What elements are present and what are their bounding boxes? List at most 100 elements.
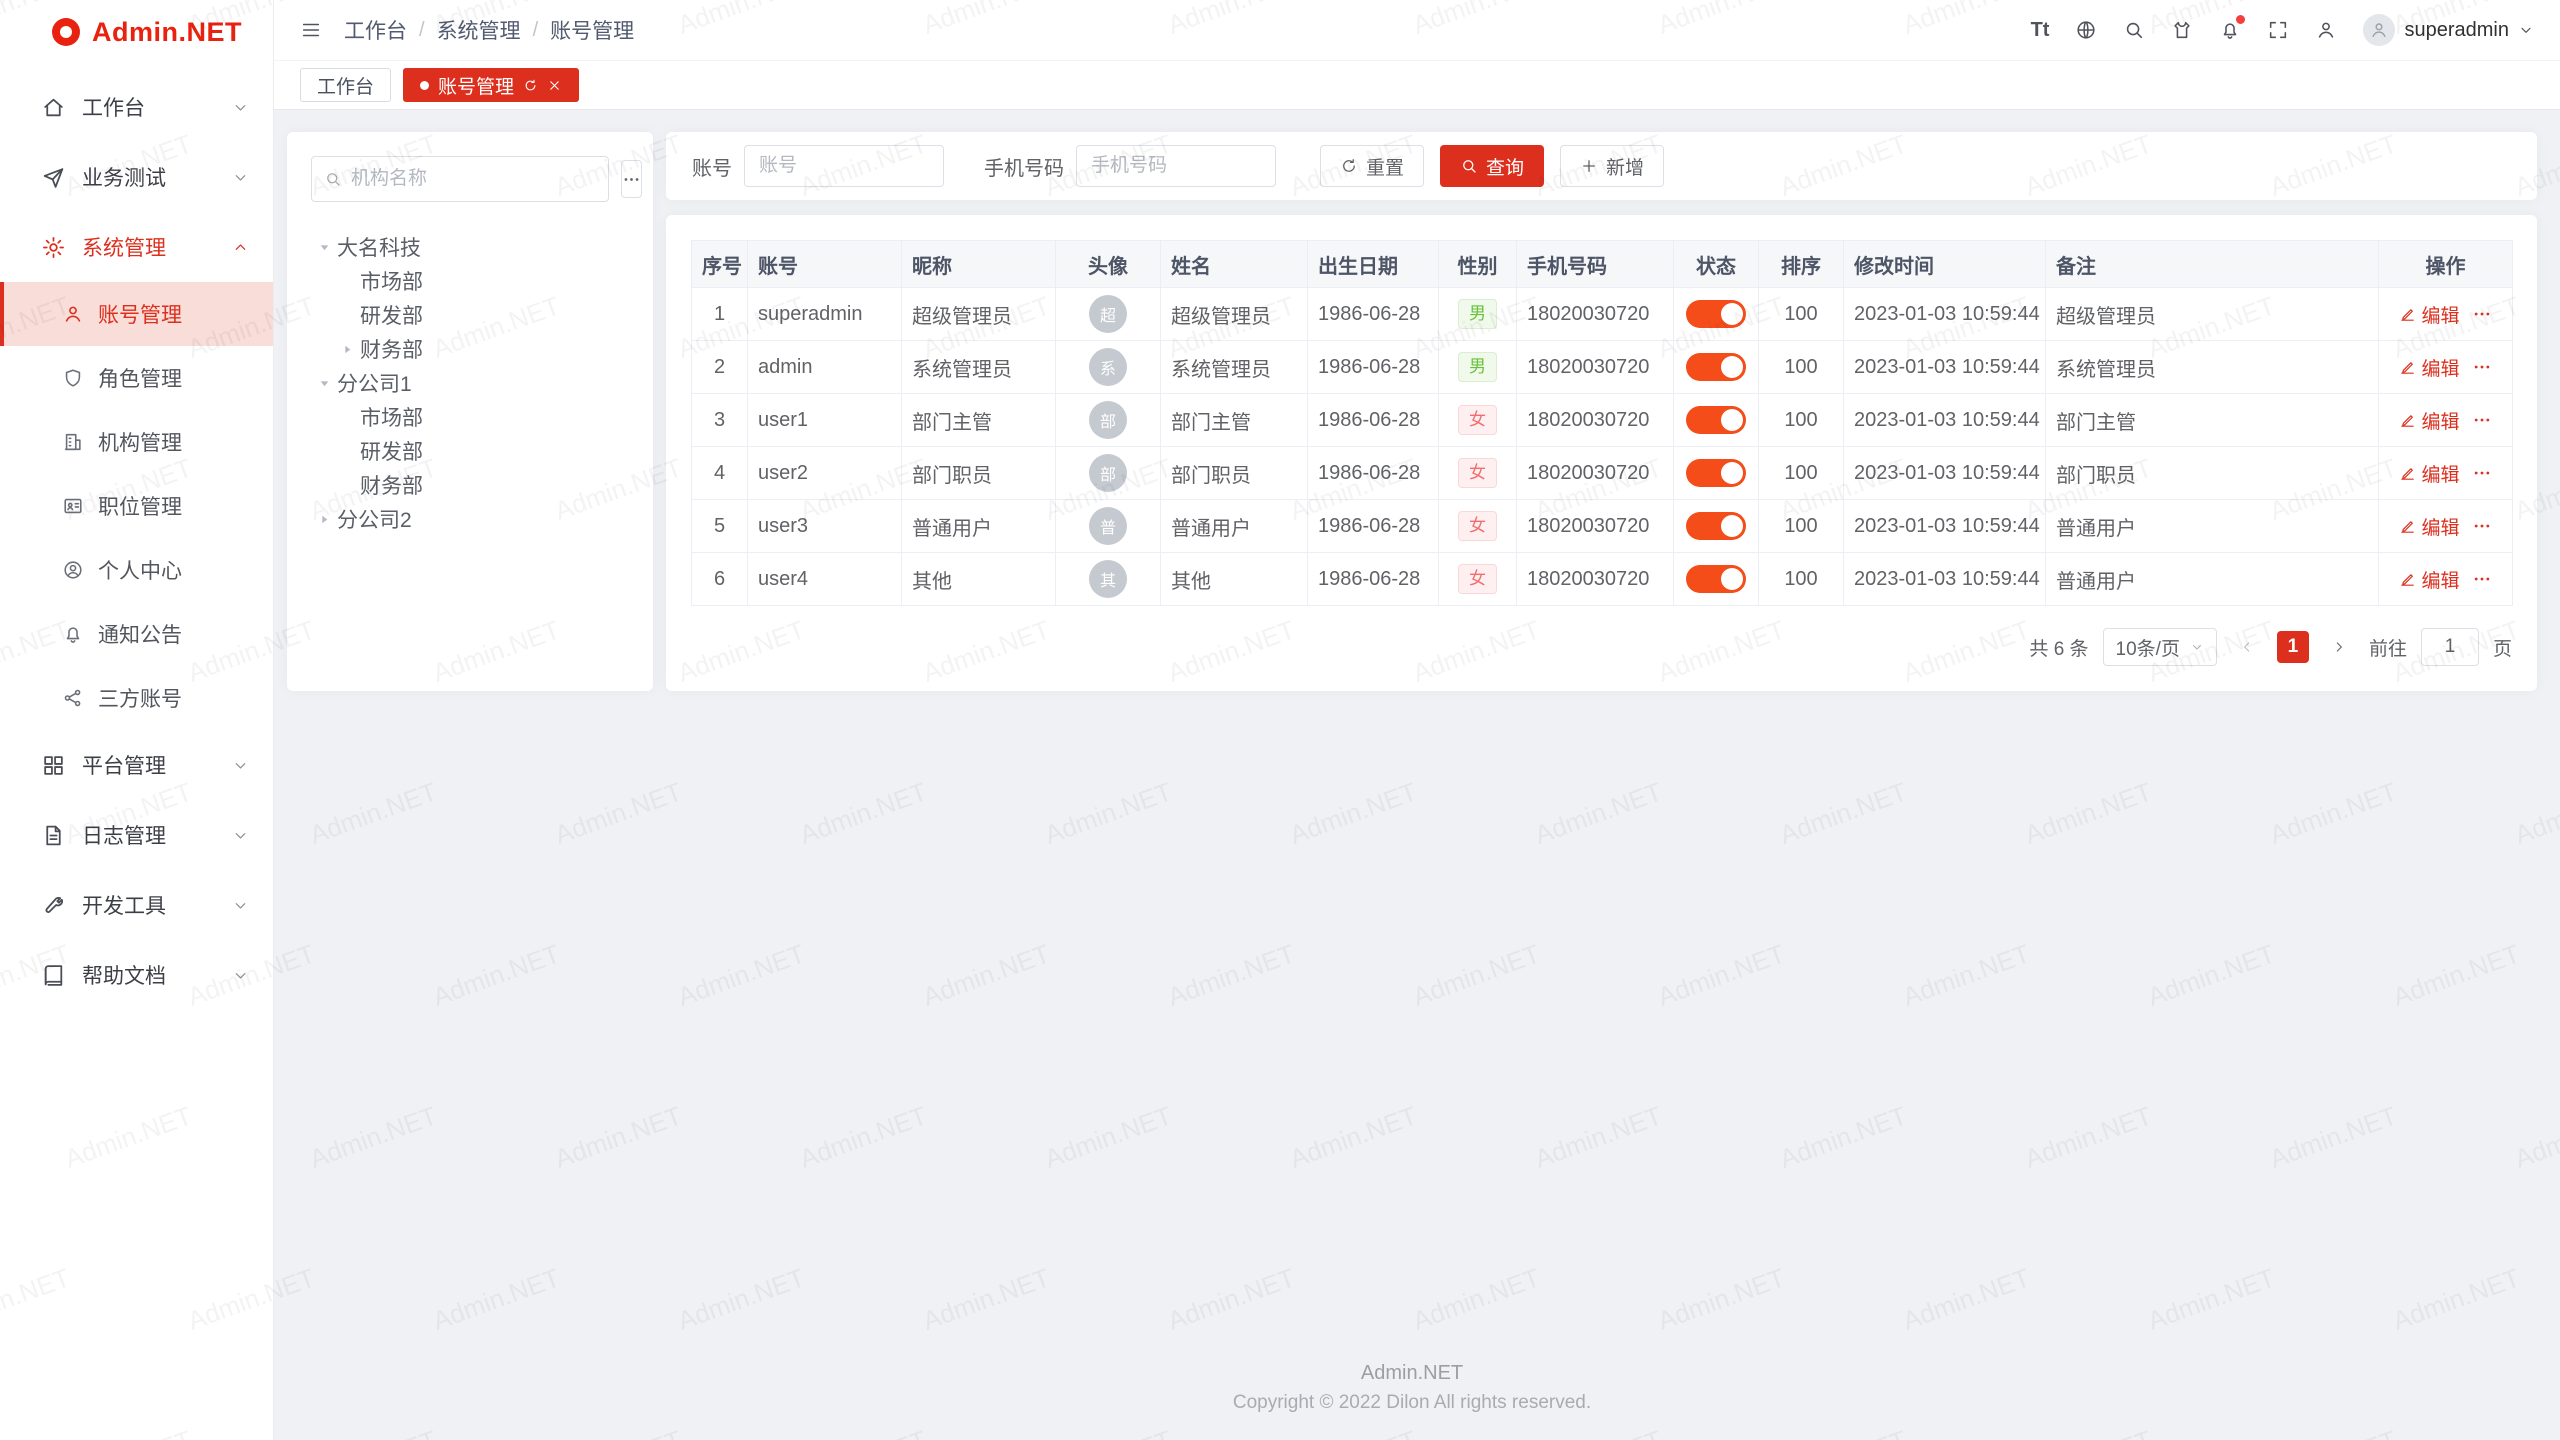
more-actions-icon[interactable] [2472, 463, 2492, 483]
notification-bell-icon[interactable] [2219, 19, 2241, 41]
language-icon[interactable] [2075, 19, 2097, 41]
edit-button[interactable]: 编辑 [2399, 513, 2459, 540]
no-cell: 5 [692, 500, 748, 553]
edit-button[interactable]: 编辑 [2399, 566, 2459, 593]
sidebar-subitem[interactable]: 三方账号 [0, 666, 273, 730]
edit-button[interactable]: 编辑 [2399, 354, 2459, 381]
tree-node[interactable]: 市场部 [311, 400, 629, 434]
tree-node[interactable]: 财务部 [311, 468, 629, 502]
theme-icon[interactable] [2171, 19, 2193, 41]
caret-icon[interactable] [311, 234, 337, 260]
tree-node[interactable]: 研发部 [311, 434, 629, 468]
status-toggle[interactable] [1686, 300, 1746, 328]
sidebar-item[interactable]: 平台管理 [0, 730, 273, 800]
breadcrumb-item[interactable]: 工作台 [344, 15, 407, 45]
edit-button[interactable]: 编辑 [2399, 460, 2459, 487]
account-input[interactable] [744, 145, 944, 187]
sidebar-subitem[interactable]: 账号管理 [0, 282, 273, 346]
caret-placeholder [334, 472, 360, 498]
status-toggle[interactable] [1686, 512, 1746, 540]
next-page-button[interactable] [2323, 631, 2355, 663]
gear-icon [41, 235, 66, 260]
sidebar-subitem[interactable]: 角色管理 [0, 346, 273, 410]
sidebar-item-label: 帮助文档 [82, 960, 166, 990]
menu-collapse-icon[interactable] [300, 19, 322, 41]
column-header: 性别 [1439, 241, 1517, 288]
more-actions-icon[interactable] [2472, 410, 2492, 430]
user-menu[interactable]: superadmin [2363, 14, 2534, 46]
logo-icon [52, 18, 80, 46]
more-actions-icon[interactable] [2472, 304, 2492, 324]
status-toggle[interactable] [1686, 459, 1746, 487]
sidebar-item[interactable]: 帮助文档 [0, 940, 273, 1010]
tab[interactable]: 工作台 [300, 68, 391, 102]
status-toggle[interactable] [1686, 353, 1746, 381]
gender-cell: 女 [1439, 500, 1517, 553]
profile-icon [62, 559, 84, 581]
more-actions-icon[interactable] [2472, 357, 2492, 377]
tree-node[interactable]: 研发部 [311, 298, 629, 332]
tab[interactable]: 账号管理 [403, 68, 579, 102]
gender-badge: 女 [1458, 405, 1497, 436]
sidebar-subitem[interactable]: 职位管理 [0, 474, 273, 538]
caret-icon[interactable] [334, 336, 360, 362]
name-cell: 其他 [1161, 553, 1308, 606]
sidebar-item-label: 日志管理 [82, 820, 166, 850]
tree-node[interactable]: 分公司1 [311, 366, 629, 400]
remark-cell: 部门主管 [2046, 394, 2379, 447]
tree-node[interactable]: 分公司2 [311, 502, 629, 536]
search-button[interactable]: 查询 [1440, 145, 1544, 187]
breadcrumb-item[interactable]: 系统管理 [437, 15, 521, 45]
breadcrumb-item: 账号管理 [550, 15, 634, 45]
tree-node[interactable]: 市场部 [311, 264, 629, 298]
sidebar-subitem[interactable]: 通知公告 [0, 602, 273, 666]
sort-cell: 100 [1759, 553, 1844, 606]
remark-cell: 普通用户 [2046, 500, 2379, 553]
caret-icon[interactable] [311, 506, 337, 532]
status-toggle[interactable] [1686, 565, 1746, 593]
tree-node[interactable]: 财务部 [311, 332, 629, 366]
more-actions-icon[interactable] [2472, 516, 2492, 536]
close-icon[interactable] [547, 78, 562, 93]
avatar-cell: 普 [1056, 500, 1161, 553]
sidebar-subitem[interactable]: 个人中心 [0, 538, 273, 602]
gender-badge: 男 [1458, 352, 1497, 383]
chevron-down-icon [232, 967, 249, 984]
caret-icon[interactable] [311, 370, 337, 396]
tree-more-button[interactable] [621, 160, 642, 198]
phone-label: 手机号码 [984, 152, 1064, 181]
more-actions-icon[interactable] [2472, 569, 2492, 589]
edit-icon [2399, 465, 2416, 482]
sidebar-item[interactable]: 工作台 [0, 72, 273, 142]
sidebar-item[interactable]: 系统管理 [0, 212, 273, 282]
edit-button[interactable]: 编辑 [2399, 407, 2459, 434]
goto-label: 前往 [2369, 634, 2407, 661]
remark-cell: 超级管理员 [2046, 288, 2379, 341]
sidebar-subitem[interactable]: 机构管理 [0, 410, 273, 474]
sidebar-item[interactable]: 开发工具 [0, 870, 273, 940]
tree-node[interactable]: 大名科技 [311, 230, 629, 264]
tab-bar: 工作台账号管理 [274, 60, 2560, 110]
org-tree-panel: 大名科技市场部研发部财务部分公司1市场部研发部财务部分公司2 [287, 132, 653, 691]
add-button[interactable]: 新增 [1560, 145, 1664, 187]
org-search-input[interactable] [351, 168, 596, 190]
page-size-select[interactable]: 10条/页 [2103, 628, 2217, 666]
status-toggle[interactable] [1686, 406, 1746, 434]
sidebar-item[interactable]: 业务测试 [0, 142, 273, 212]
goto-page-input[interactable] [2421, 628, 2479, 666]
search-icon[interactable] [2123, 19, 2145, 41]
edit-icon [2399, 412, 2416, 429]
page-number-button[interactable]: 1 [2277, 631, 2309, 663]
phone-input[interactable] [1076, 145, 1276, 187]
reset-button[interactable]: 重置 [1320, 145, 1424, 187]
sidebar-item[interactable]: 日志管理 [0, 800, 273, 870]
chevron-down-icon [232, 99, 249, 116]
font-size-action[interactable]: Tt [2031, 19, 2050, 42]
edit-button[interactable]: 编辑 [2399, 301, 2459, 328]
logo[interactable]: Admin.NET [0, 0, 273, 64]
fullscreen-icon[interactable] [2267, 19, 2289, 41]
sidebar-item-label: 开发工具 [82, 890, 166, 920]
user-icon[interactable] [2315, 19, 2337, 41]
refresh-icon[interactable] [523, 78, 538, 93]
prev-page-button[interactable] [2231, 631, 2263, 663]
